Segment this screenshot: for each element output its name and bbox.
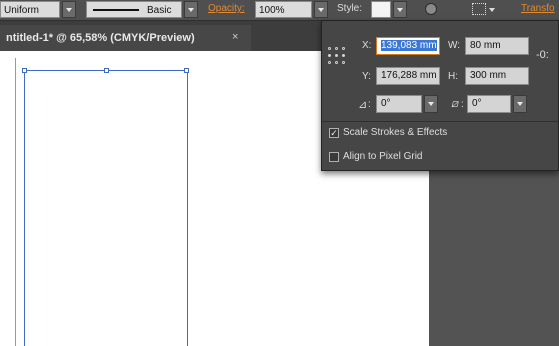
brush-field[interactable]: Basic — [86, 1, 182, 18]
stroke-profile-dropdown[interactable] — [62, 1, 76, 18]
x-value: 139,083 mm — [381, 40, 437, 51]
constrain-proportions-icon[interactable]: -0: — [536, 49, 549, 61]
artboard-edge — [0, 58, 16, 346]
recolor-icon[interactable] — [425, 3, 437, 15]
close-tab-icon[interactable]: × — [232, 31, 238, 43]
document-tab[interactable]: ntitled-1* @ 65,58% (CMYK/Preview) × — [0, 25, 251, 51]
document-tab-title: ntitled-1* @ 65,58% (CMYK/Preview) — [6, 32, 195, 44]
x-label: X: — [362, 40, 372, 51]
y-value: 176,288 mm — [381, 70, 437, 81]
selection-handle-top-center[interactable] — [104, 68, 109, 73]
align-pixel-grid-label: Align to Pixel Grid — [343, 151, 423, 162]
opacity-field[interactable]: 100% — [255, 1, 312, 18]
style-swatch[interactable] — [371, 1, 391, 18]
h-field[interactable]: 300 mm — [465, 67, 529, 85]
style-label: Style: — [337, 3, 363, 14]
rotate-field[interactable]: 0° — [376, 95, 422, 113]
shear-icon: ⧄ — [451, 98, 458, 110]
style-dropdown[interactable] — [393, 1, 407, 18]
brush-label: Basic — [147, 5, 172, 16]
align-icon[interactable] — [472, 3, 486, 15]
reference-point-icon[interactable] — [328, 47, 348, 69]
y-field[interactable]: 176,288 mm — [376, 67, 440, 85]
selection-handle-top-right[interactable] — [184, 68, 189, 73]
x-field[interactable]: 139,083 mm — [376, 37, 440, 55]
control-bar: Uniform Basic Opacity: 100% Style: Trans… — [0, 0, 559, 21]
transform-panel: X: 139,083 mm W: 80 mm -0: Y: 176,288 mm… — [321, 20, 559, 171]
panel-divider — [322, 121, 558, 122]
h-value: 300 mm — [470, 70, 507, 81]
shear-colon: : — [461, 99, 464, 110]
scale-strokes-label: Scale Strokes & Effects — [343, 127, 448, 138]
opacity-value: 100% — [259, 5, 285, 16]
rotate-icon: ⊿ — [358, 99, 368, 111]
selection-handle-top-left[interactable] — [22, 68, 27, 73]
w-label: W: — [448, 40, 461, 51]
scale-strokes-checkbox[interactable]: ✓ — [329, 128, 339, 138]
brush-stroke-preview — [93, 9, 139, 11]
opacity-dropdown[interactable] — [314, 1, 328, 18]
w-value: 80 mm — [470, 40, 501, 51]
align-pixel-grid-checkbox[interactable] — [329, 152, 339, 162]
shear-value: 0° — [472, 98, 482, 109]
brush-dropdown[interactable] — [184, 1, 198, 18]
rotate-dropdown[interactable] — [424, 95, 438, 113]
y-label: Y: — [362, 71, 371, 82]
opacity-label[interactable]: Opacity: — [208, 3, 245, 14]
shear-dropdown[interactable] — [513, 95, 527, 113]
rotate-colon: : — [368, 99, 371, 110]
transform-link[interactable]: Transfo — [521, 3, 555, 14]
selected-rectangle[interactable] — [22, 68, 189, 346]
shear-field[interactable]: 0° — [467, 95, 511, 113]
w-field[interactable]: 80 mm — [465, 37, 529, 55]
align-dropdown-icon[interactable] — [489, 8, 495, 12]
stroke-profile-value: Uniform — [4, 5, 40, 16]
h-label: H: — [448, 71, 458, 82]
stroke-profile-field[interactable]: Uniform — [0, 1, 60, 18]
rotate-value: 0° — [381, 98, 391, 109]
